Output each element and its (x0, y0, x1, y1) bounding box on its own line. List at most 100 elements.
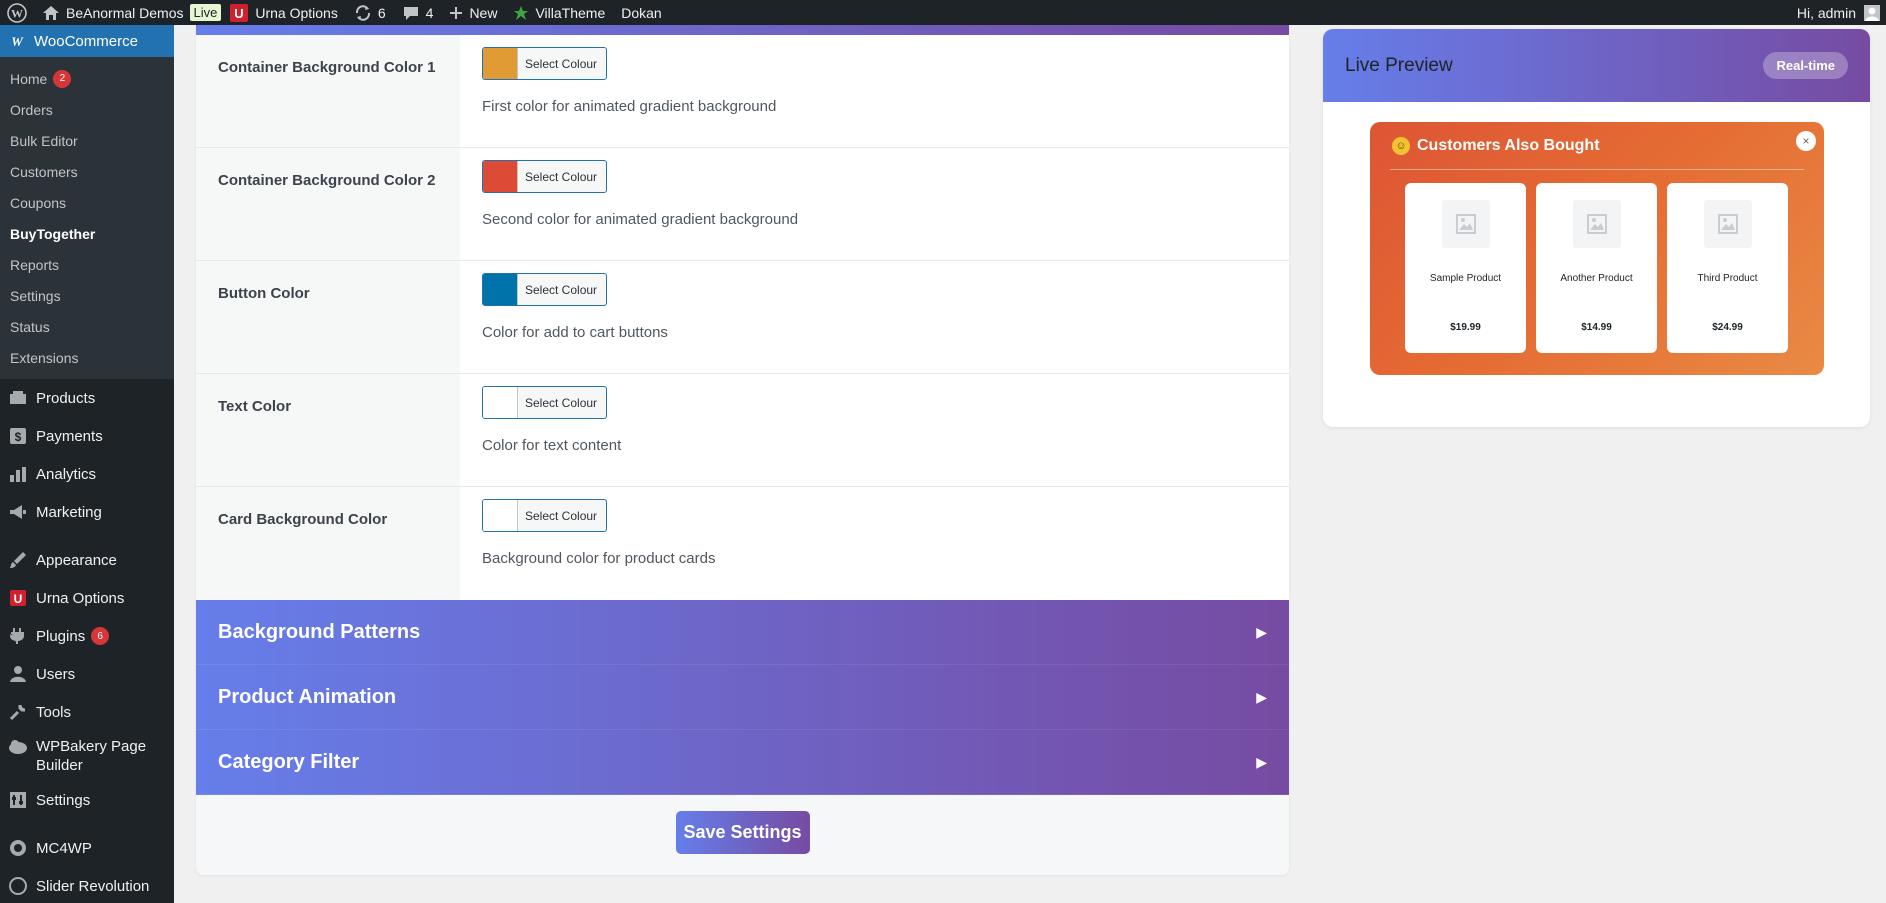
home-icon (42, 5, 60, 21)
select-colour-button[interactable]: Select Colour (482, 160, 608, 193)
sidebar-label: Appearance (36, 551, 117, 569)
sidebar-item-wpbakery[interactable]: WPBakery Page Builder (0, 731, 174, 781)
updates-link[interactable]: 6 (346, 0, 394, 25)
submenu-item-status[interactable]: Status (0, 311, 174, 342)
submenu-label: Extensions (10, 349, 79, 366)
select-colour-button[interactable]: Select Colour (482, 499, 608, 532)
close-icon[interactable]: × (1796, 131, 1816, 151)
sidebar-item-slider-revolution[interactable]: Slider Revolution (0, 867, 174, 903)
accordion-background-patterns[interactable]: Background Patterns ▶ (196, 600, 1289, 665)
comments-link[interactable]: 4 (394, 0, 442, 25)
product-price: $24.99 (1712, 322, 1743, 333)
sidebar-item-settings[interactable]: Settings (0, 781, 174, 819)
wordpress-logo-icon[interactable]: W (0, 0, 34, 25)
woocommerce-submenu: Home 2 Orders Bulk Editor Customers Coupo… (0, 57, 174, 379)
setting-row: Container Background Color 1 Select Colo… (196, 35, 1289, 148)
colour-swatch (483, 274, 518, 305)
product-card[interactable]: Sample Product $19.99 (1405, 183, 1526, 353)
select-colour-label: Select Colour (525, 395, 598, 410)
setting-row: Card Background Color Select Colour Back… (196, 487, 1289, 600)
setting-field: Select Colour First color for animated g… (460, 35, 776, 147)
select-colour-label: Select Colour (525, 56, 598, 71)
emoji-icon: ☺ (1392, 136, 1410, 155)
preview-popup: × ☺ Customers Also Bought Sample Product… (1370, 122, 1824, 375)
analytics-icon (8, 466, 28, 482)
setting-description: Second color for animated gradient backg… (482, 211, 799, 228)
sidebar-item-marketing[interactable]: Marketing (0, 493, 174, 531)
image-placeholder-icon (1703, 200, 1752, 248)
accordion-product-animation[interactable]: Product Animation ▶ (196, 665, 1289, 730)
villatheme-link[interactable]: VillaTheme (505, 0, 613, 25)
live-preview-header: Live Preview Real-time (1323, 29, 1870, 102)
my-account[interactable]: Hi, admin (1797, 4, 1886, 21)
svg-text:$: $ (15, 430, 22, 444)
product-card[interactable]: Third Product $24.99 (1667, 183, 1788, 353)
submenu-item-extensions[interactable]: Extensions (0, 342, 174, 373)
avatar (1864, 4, 1880, 21)
new-content-link[interactable]: New (441, 0, 505, 25)
products-icon (8, 390, 28, 406)
product-price: $14.99 (1581, 322, 1612, 333)
submenu-item-buytogether[interactable]: BuyTogether (0, 218, 174, 249)
sidebar-item-analytics[interactable]: Analytics (0, 455, 174, 493)
sidebar-item-products[interactable]: Products (0, 379, 174, 417)
wpbakery-icon (8, 739, 28, 755)
sidebar-item-appearance[interactable]: Appearance (0, 541, 174, 579)
submenu-label: Orders (10, 101, 53, 118)
site-name-link[interactable]: BeAnormal Demos (34, 0, 192, 25)
setting-label: Container Background Color 2 (196, 148, 460, 260)
sidebar-item-tools[interactable]: Tools (0, 693, 174, 731)
save-settings-button[interactable]: Save Settings (675, 811, 810, 854)
sidebar-label: Payments (36, 427, 103, 445)
submenu-item-settings[interactable]: Settings (0, 280, 174, 311)
payments-icon: $ (8, 427, 28, 445)
product-name: Third Product (1697, 273, 1758, 284)
colour-swatch (483, 48, 518, 79)
accordion-title: Category Filter (218, 750, 360, 773)
setting-row: Container Background Color 2 Select Colo… (196, 148, 1289, 261)
submenu-label: Coupons (10, 194, 67, 211)
sidebar-item-payments[interactable]: $ Payments (0, 417, 174, 455)
sidebar-item-woocommerce[interactable]: W WooCommerce (0, 25, 174, 57)
select-colour-button[interactable]: Select Colour (482, 273, 608, 306)
sidebar-item-urna-options[interactable]: U Urna Options (0, 579, 174, 617)
submenu-item-orders[interactable]: Orders (0, 94, 174, 125)
home-badge: 2 (53, 69, 72, 88)
product-card[interactable]: Another Product $14.99 (1536, 183, 1657, 353)
users-icon (8, 665, 28, 683)
submenu-item-customers[interactable]: Customers (0, 156, 174, 187)
sidebar-item-users[interactable]: Users (0, 655, 174, 693)
sidebar-item-mc4wp[interactable]: MC4WP (0, 829, 174, 867)
submenu-item-bulk-editor[interactable]: Bulk Editor (0, 125, 174, 156)
submenu-label: Settings (10, 287, 61, 304)
mc4wp-icon (8, 839, 28, 857)
submenu-item-reports[interactable]: Reports (0, 249, 174, 280)
expand-arrow-icon: ▶ (1256, 753, 1267, 770)
sidebar-label: MC4WP (36, 839, 92, 857)
product-price: $19.99 (1450, 322, 1481, 333)
appearance-icon (8, 551, 28, 569)
sidebar-label: Urna Options (36, 589, 125, 607)
submenu-item-coupons[interactable]: Coupons (0, 187, 174, 218)
site-name: BeAnormal Demos (66, 4, 184, 21)
accordion-title: Product Animation (218, 685, 397, 708)
setting-field: Select Colour Color for text content (460, 374, 621, 486)
popup-title: Customers Also Bought (1417, 136, 1600, 154)
setting-description: Background color for product cards (482, 550, 716, 567)
setting-field: Select Colour Background color for produ… (460, 487, 715, 600)
comments-count: 4 (425, 4, 434, 21)
select-colour-button[interactable]: Select Colour (482, 47, 608, 80)
sidebar-label: Marketing (36, 503, 102, 521)
product-name: Sample Product (1429, 273, 1502, 284)
theme-options-link[interactable]: U Urna Options (221, 0, 345, 25)
dokan-link[interactable]: Dokan (613, 0, 669, 25)
select-colour-button[interactable]: Select Colour (482, 386, 608, 419)
sidebar-label: Tools (36, 703, 72, 721)
submenu-item-home[interactable]: Home 2 (0, 63, 174, 94)
accordion-category-filter[interactable]: Category Filter ▶ (196, 730, 1289, 795)
product-cards: Sample Product $19.99 Another Product $1… (1370, 170, 1824, 353)
svg-text:U: U (235, 6, 244, 21)
sidebar-label: Plugins (36, 627, 86, 645)
sidebar-item-plugins[interactable]: Plugins 6 (0, 617, 174, 655)
svg-text:W: W (11, 6, 23, 20)
